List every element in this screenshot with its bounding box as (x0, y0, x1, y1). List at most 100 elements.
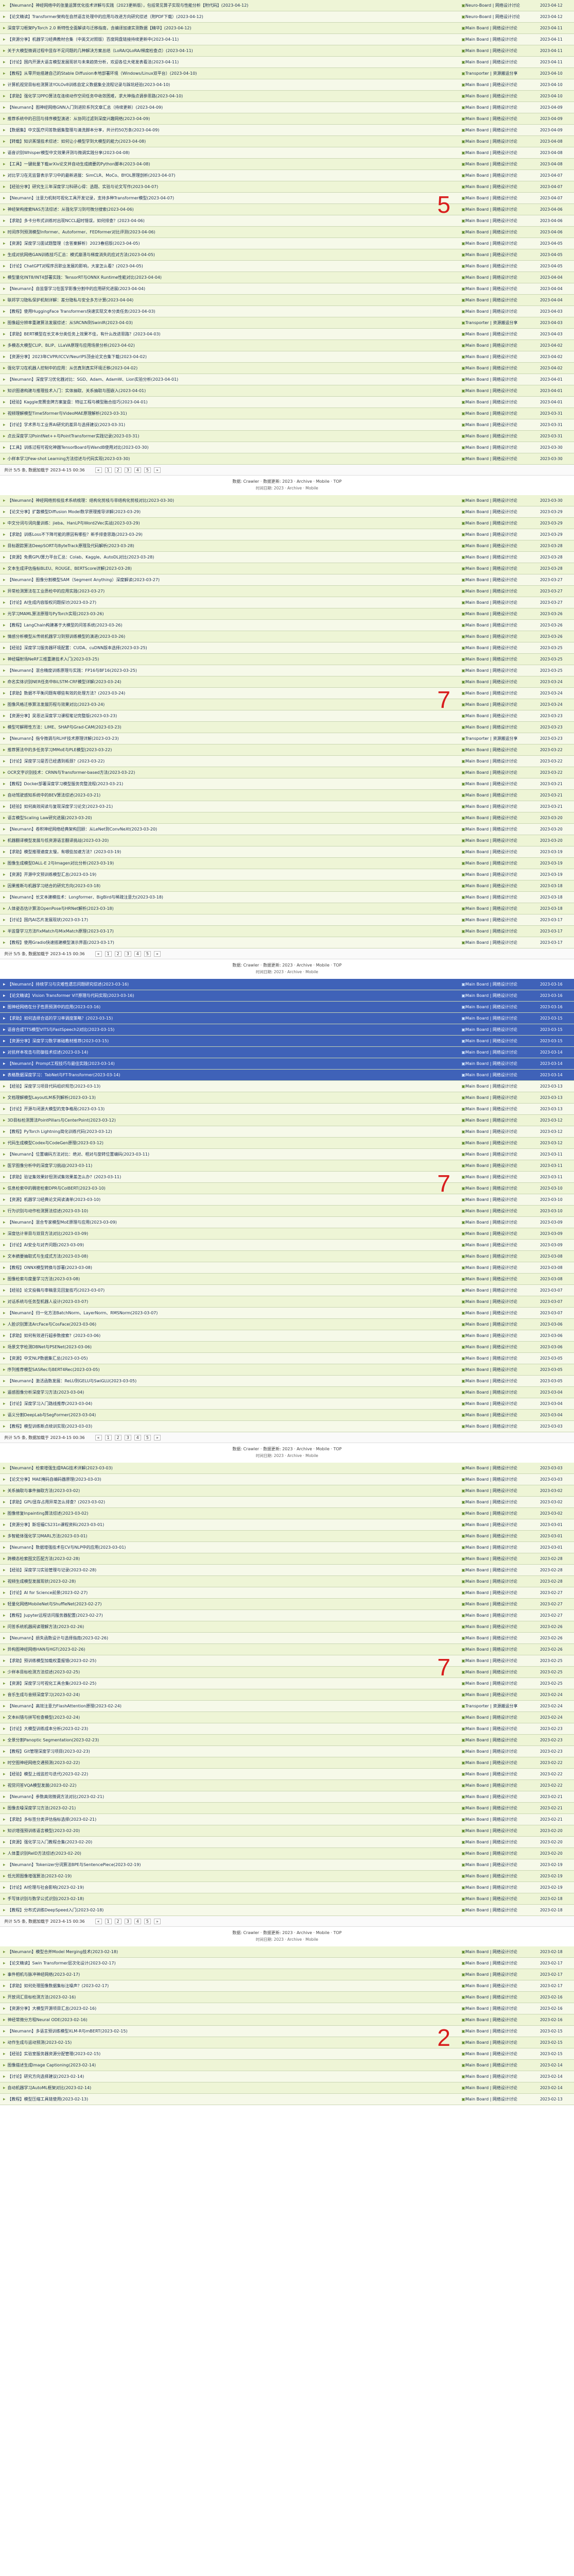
forum-board-link[interactable]: Main Board | 网络设计讨论 (465, 1140, 540, 1146)
thread-row[interactable]: ▸ 人体重识别ReID方法综述(2023-02-20) ▣ Main Board | … (0, 1848, 574, 1859)
forum-board-link[interactable]: Main Board | 网络设计讨论 (465, 1185, 540, 1191)
thread-row[interactable]: ▸ 【经验】如何高效阅读与复现深度学习论文(2023-03-21) ▣ Main Bo… (0, 801, 574, 812)
thread-row[interactable]: ▸ 【Neumann】数据增强技术在CV与NLP中的应用(2023-03-01) ▣… (0, 1542, 574, 1553)
thread-row[interactable]: ▸ 【教程】使用Gradio快速搭建模型演示界面(2023-03-17) ▣ Main… (0, 937, 574, 948)
forum-board-link[interactable]: Main Board | 网络设计讨论 (465, 2096, 540, 2102)
thread-title-link[interactable]: 【资源】强化学习入门教程合集(2023-02-20) (8, 1839, 460, 1845)
thread-title-link[interactable]: 中文分词与词向量训练：jieba、HanLP与Word2Vec实战(2023-0… (8, 520, 460, 526)
forum-board-link[interactable]: Main Board | 网络设计讨论 (465, 388, 540, 394)
thread-title-link[interactable]: 关系抽取与事件抽取方法(2023-03-02) (8, 1488, 460, 1494)
thread-title-link[interactable]: 【数据集】中文医疗问答数据集整理与清洗脚本分享，共计约50万条(2023-04-… (8, 127, 460, 133)
forum-board-link[interactable]: Main Board | 网络设计讨论 (465, 928, 540, 934)
thread-row[interactable]: ▸ 人体姿态估计算法OpenPose与HRNet解析(2023-03-18) ▣ Ma… (0, 903, 574, 914)
thread-title-link[interactable]: 【经验】如何高效阅读与复现深度学习论文(2023-03-21) (8, 804, 460, 809)
thread-title-link[interactable]: 【Neumann】图神经网络GNN入门到进阶系列文章汇总（持续更新）(2023-… (8, 105, 460, 110)
thread-title-link[interactable]: 【教程】PyTorch Lightning简化训练代码(2023-03-12) (8, 1129, 460, 1134)
forum-board-link[interactable]: Main Board | 网络设计讨论 (465, 838, 540, 843)
thread-row[interactable]: ▸ 【Neumann】多语言预训练模型XLM-R与mBERT(2023-02-15… (0, 2026, 574, 2037)
thread-row[interactable]: ▸ 对话系统与任务型机器人设计(2023-03-07) ▣ Main Board | … (0, 1296, 574, 1308)
thread-row[interactable]: ▸ 语言模型Scaling Law研究进展(2023-03-20) ▣ Main Bo… (0, 812, 574, 824)
thread-title-link[interactable]: 语言模型Scaling Law研究进展(2023-03-20) (8, 815, 460, 821)
thread-row[interactable]: ▸ 【讨论】AI for Science前景(2023-02-27) ▣ Main B… (0, 1587, 574, 1599)
thread-row[interactable]: ▸ 因果推断与机器学习结合的研究方向(2023-03-18) ▣ Main Board… (0, 880, 574, 892)
forum-board-link[interactable]: Main Board | 网络设计讨论 (465, 622, 540, 628)
forum-board-link[interactable]: Main Board | 网络设计讨论 (465, 1083, 540, 1089)
forum-board-link[interactable]: Main Board | 网络设计讨论 (465, 634, 540, 639)
thread-row[interactable]: ▸ 【求助】数据不平衡问题有哪些有效的处理方法？(2023-03-24) ▣ Main… (0, 688, 574, 699)
thread-title-link[interactable]: 目标跟踪算法DeepSORT与ByteTrack原理及代码解析(2023-03-… (8, 543, 460, 549)
thread-title-link[interactable]: 自动驾驶感知系统中的BEV算法综述(2023-03-21) (8, 792, 460, 798)
thread-row[interactable]: ▸ 命名实体识别NER任务中BiLSTM-CRF模型详解(2023-03-24) ▣… (0, 676, 574, 688)
forum-board-link[interactable]: Main Board | 网络设计讨论 (465, 792, 540, 798)
thread-title-link[interactable]: 文档理解模型LayoutLM系列解析(2023-03-13) (8, 1095, 460, 1100)
thread-row[interactable]: ▸ 【教程】模型训练断点续训实现(2023-03-03) ▣ Main Board |… (0, 1421, 574, 1432)
forum-board-link[interactable]: Main Board | 网络设计讨论 (465, 1983, 540, 1989)
thread-title-link[interactable]: 【讨论】学术界与工业界AI研究的差异与选择建议(2023-03-31) (8, 422, 460, 428)
thread-title-link[interactable]: 图像超分辨率重建算法发展综述：从SRCNN到SwinIR(2023-04-03) (8, 320, 460, 326)
thread-row[interactable]: ▸ 神经常微分方程Neural ODE(2023-02-16) ▣ Main Boar… (0, 2014, 574, 2026)
thread-row[interactable]: ▸ 推荐系统中的召回与排序模型演进：从协同过滤到深度兴趣网络(2023-04-09… (0, 113, 574, 125)
thread-title-link[interactable]: 动作生成与运动预测(2023-02-15) (8, 2040, 460, 2045)
forum-board-link[interactable]: Main Board | 网络设计讨论 (465, 263, 540, 269)
thread-title-link[interactable]: 联邦学习隐私保护机制详解：差分隐私与安全多方计算(2023-04-04) (8, 297, 460, 303)
thread-title-link[interactable]: 【Neumann】卷积神经网络经典架构回顾：从LeNet到ConvNeXt(20… (8, 826, 460, 832)
forum-board-link[interactable]: Main Board | 网络设计讨论 (465, 543, 540, 549)
thread-title-link[interactable]: 【Neumann】深度学习优化器对比：SGD、Adam、AdamW、Lion实验… (8, 377, 460, 382)
forum-board-link[interactable]: Main Board | 网络设计讨论 (465, 218, 540, 224)
thread-row[interactable]: ▸ 【教程】Docker部署深度学习模型服务完整流程(2023-03-21) ▣ Ma… (0, 778, 574, 790)
forum-board-link[interactable]: Main Board | 网络设计讨论 (465, 1851, 540, 1856)
forum-board-link[interactable]: Main Board | 网络设计讨论 (465, 1208, 540, 1214)
thread-title-link[interactable]: 【资源】深度学习可视化工具合集(2023-02-25) (8, 1681, 460, 1686)
forum-board-link[interactable]: Main Board | 网络设计讨论 (465, 1624, 540, 1630)
thread-row[interactable]: ▸ 视频生成模型发展现状(2023-02-28) ▣ Main Board | 网络设… (0, 1576, 574, 1587)
thread-row[interactable]: ▸ 低光照图像增强算法(2023-02-19) ▣ Main Board | 网络设计… (0, 1871, 574, 1882)
thread-title-link[interactable]: 关于大模型微调过程中显存不足问题的几种解决方案总结（LoRA/QLoRA/梯度检… (8, 48, 460, 54)
forum-board-link[interactable]: Main Board | 网络设计讨论 (465, 1367, 540, 1372)
thread-row[interactable]: ▸ 时间序列预测模型Informer、Autoformer、FEDformer对比… (0, 227, 574, 238)
thread-row[interactable]: ▸ 【求助】验证集效果好但测试集效果差怎么办？(2023-03-11) ▣ Main … (0, 1172, 574, 1183)
forum-board-link[interactable]: Main Board | 网络设计讨论 (465, 252, 540, 258)
thread-title-link[interactable]: 序列推荐模型SASRec与BERT4Rec(2023-03-05) (8, 1367, 460, 1372)
thread-title-link[interactable]: 图像描述生成Image Captioning(2023-02-14) (8, 2062, 460, 2068)
thread-row[interactable]: ▸ 【论文分享】扩散模型Diffusion Model数学原理推导详解(2023-… (0, 506, 574, 518)
thread-title-link[interactable]: 【经验】模型上线监控与迭代(2023-02-22) (8, 1771, 460, 1777)
thread-title-link[interactable]: 文本纠错与拼写检查模型(2023-02-24) (8, 1715, 460, 1720)
thread-row[interactable]: ▸ 图像修复Inpainting算法综述(2023-03-02) ▣ Main Boa… (0, 1508, 574, 1519)
forum-board-link[interactable]: Main Board | 网络设计讨论 (465, 981, 540, 987)
thread-row[interactable]: ▸ 【求助】BERT模型在长文本分类任务上效果不佳，有什么改进思路？(2023-0… (0, 329, 574, 340)
thread-row[interactable]: ▸ 【资源】深度学习面试题整理（含答案解析）2023春招版(2023-04-05)… (0, 238, 574, 249)
thread-title-link[interactable]: 信息检索中的稠密检索DPR与ColBERT(2023-03-10) (8, 1185, 460, 1191)
thread-row[interactable]: ▸ 中文分词与词向量训练：jieba、HanLP与Word2Vec实战(2023-… (0, 518, 574, 529)
thread-title-link[interactable]: 【讨论】ChatGPT对程序员职业发展的影响，大家怎么看？(2023-04-05… (8, 263, 460, 269)
forum-board-link[interactable]: Main Board | 网络设计讨论 (465, 815, 540, 821)
thread-row[interactable]: ▸ 信息检索中的稠密检索DPR与ColBERT(2023-03-10) ▣ Main … (0, 1183, 574, 1194)
forum-board-link[interactable]: Main Board | 网络设计讨论 (465, 1061, 540, 1066)
thread-title-link[interactable]: 对抗样本攻击与防御技术综述(2023-03-14) (8, 1049, 460, 1055)
forum-board-link[interactable]: Main Board | 网络设计讨论 (465, 1333, 540, 1338)
forum-board-link[interactable]: Main Board | 网络设计讨论 (465, 1412, 540, 1418)
thread-row[interactable]: ▸ 文本生成评估指标BLEU、ROUGE、BERTScore详解(2023-03-… (0, 563, 574, 574)
forum-board-link[interactable]: Main Board | 网络设计讨论 (465, 656, 540, 662)
thread-row[interactable]: ▸ 跨模态检索图文匹配方法(2023-02-28) ▣ Main Board | 网络… (0, 1553, 574, 1565)
thread-row[interactable]: ▸ 自动驾驶感知系统中的BEV算法综述(2023-03-21) ▣ Main Boar… (0, 790, 574, 801)
thread-row[interactable]: ▸ 【论文精读】Swin Transformer层次化设计(2023-02-17)… (0, 1958, 574, 1969)
thread-title-link[interactable]: 【求助】模型推理速度太慢，有哪些加速方法？(2023-03-19) (8, 849, 460, 855)
thread-title-link[interactable]: 【经验】论文投稿与审稿意见回复技巧(2023-03-07) (8, 1287, 460, 1293)
forum-board-link[interactable]: Main Board | 网络设计讨论 (465, 1658, 540, 1664)
thread-row[interactable]: ▸ 【讨论】AI安全与对齐问题(2023-03-09) ▣ Main Board | … (0, 1240, 574, 1251)
forum-board-link[interactable]: Main Board | 网络设计讨论 (465, 1613, 540, 1618)
thread-row[interactable]: ▸ 【转载】知识蒸馏技术综述：如何让小模型学到大模型的能力(2023-04-08)… (0, 136, 574, 147)
forum-board-link[interactable]: Main Board | 网络设计讨论 (465, 105, 540, 110)
forum-board-link[interactable]: Main Board | 网络设计讨论 (465, 1038, 540, 1044)
page-link[interactable]: « (95, 467, 102, 473)
thread-title-link[interactable]: 【教程】模型压缩工具链使用(2023-02-13) (8, 2096, 460, 2102)
thread-row[interactable]: ▸ 【Neumann】Prompt工程技巧与最佳实践(2023-03-14) ▣ Ma… (0, 1058, 574, 1070)
thread-row[interactable]: ▸ 机器翻译模型发展与低资源语言翻译挑战(2023-03-20) ▣ Main Boa… (0, 835, 574, 846)
forum-board-link[interactable]: Main Board | 网络设计讨论 (465, 826, 540, 832)
forum-board-link[interactable]: Main Board | 网络设计讨论 (465, 1151, 540, 1157)
thread-row[interactable]: ▸ 语义分割DeepLab与SegFormer(2023-03-04) ▣ Main … (0, 1410, 574, 1421)
forum-board-link[interactable]: Main Board | 网络设计讨论 (465, 940, 540, 945)
forum-board-link[interactable]: Main Board | 网络设计讨论 (465, 566, 540, 571)
thread-row[interactable]: ▸ 【工具】一键批量下载arXiv论文并自动生成摘要的Python脚本(2023-… (0, 159, 574, 170)
forum-board-link[interactable]: Main Board | 网络设计讨论 (465, 1423, 540, 1429)
